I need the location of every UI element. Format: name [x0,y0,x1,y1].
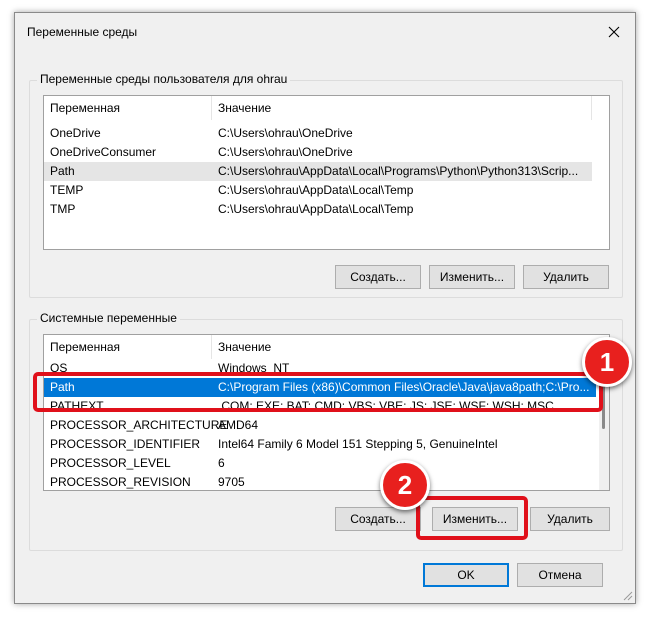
user-variables-list[interactable]: Переменная Значение OneDrive C:\Users\oh… [43,95,610,250]
title-bar: Переменные среды [15,13,635,51]
variable-name: PROCESSOR_REVISION [50,475,191,489]
variable-value: AMD64 [218,418,259,432]
variable-name: TEMP [50,183,84,197]
table-row[interactable]: Path C:\Users\ohrau\AppData\Local\Progra… [44,162,592,181]
annotation-badge-2: 2 [380,460,430,510]
resize-grip-icon[interactable] [623,591,633,601]
window-title: Переменные среды [27,25,138,39]
system-create-button[interactable]: Создать... [335,507,421,531]
table-row[interactable]: PROCESSOR_ARCHITECTURE AMD64 [44,416,596,435]
ok-button[interactable]: OK [423,563,509,587]
variable-value: C:\Users\ohrau\OneDrive [218,145,353,159]
variable-value: 9705 [218,475,245,489]
table-row[interactable]: TMP C:\Users\ohrau\AppData\Local\Temp [44,200,592,219]
variable-value: 6 [218,456,225,470]
system-delete-button[interactable]: Удалить [530,507,610,531]
table-row[interactable]: PROCESSOR_LEVEL 6 [44,454,596,473]
column-header-value[interactable]: Значение [212,335,271,359]
user-variables-group: Переменные среды пользователя для ohrau … [29,72,623,298]
user-edit-button[interactable]: Изменить... [429,265,515,289]
user-delete-button[interactable]: Удалить [523,265,609,289]
variable-name: Path [50,164,75,178]
annotation-badge-1: 1 [582,337,632,387]
close-icon [608,26,620,38]
cancel-button[interactable]: Отмена [517,563,603,587]
annotation-highlight-path-row [33,372,603,412]
user-variables-group-label: Переменные среды пользователя для ohrau [37,72,291,86]
variable-value: C:\Users\ohrau\OneDrive [218,126,353,140]
column-separator[interactable] [591,96,592,120]
variable-name: PROCESSOR_IDENTIFIER [50,437,201,451]
user-create-button[interactable]: Создать... [335,265,421,289]
column-header-value[interactable]: Значение [212,96,271,120]
variable-value: C:\Users\ohrau\AppData\Local\Programs\Py… [218,164,579,178]
table-row[interactable]: PROCESSOR_REVISION 9705 [44,473,596,490]
system-variables-list[interactable]: Переменная Значение OS Windows_NT Path C… [43,334,610,491]
variable-value: C:\Users\ohrau\AppData\Local\Temp [218,183,414,197]
column-header-variable[interactable]: Переменная [44,96,120,120]
variable-name: OneDriveConsumer [50,145,157,159]
table-row[interactable]: OneDriveConsumer C:\Users\ohrau\OneDrive [44,143,592,162]
variable-name: PROCESSOR_ARCHITECTURE [50,418,228,432]
close-button[interactable] [599,17,629,47]
variable-value: Intel64 Family 6 Model 151 Stepping 5, G… [218,437,498,451]
variable-name: TMP [50,202,76,216]
system-variables-group-label: Системные переменные [37,311,180,325]
table-row[interactable]: OneDrive C:\Users\ohrau\OneDrive [44,124,592,143]
user-variables-list-header: Переменная Значение [44,96,609,120]
variable-name: OneDrive [50,126,101,140]
system-variables-group: Системные переменные Переменная Значение… [29,311,623,551]
annotation-highlight-edit-button [416,496,528,540]
table-row[interactable]: PROCESSOR_IDENTIFIER Intel64 Family 6 Mo… [44,435,596,454]
column-header-variable[interactable]: Переменная [44,335,120,359]
variable-name: PROCESSOR_LEVEL [50,456,171,470]
environment-variables-dialog: Переменные среды Переменные среды пользо… [14,12,636,604]
variable-value: C:\Users\ohrau\AppData\Local\Temp [218,202,414,216]
table-row[interactable]: TEMP C:\Users\ohrau\AppData\Local\Temp [44,181,592,200]
system-variables-list-header: Переменная Значение [44,335,609,359]
